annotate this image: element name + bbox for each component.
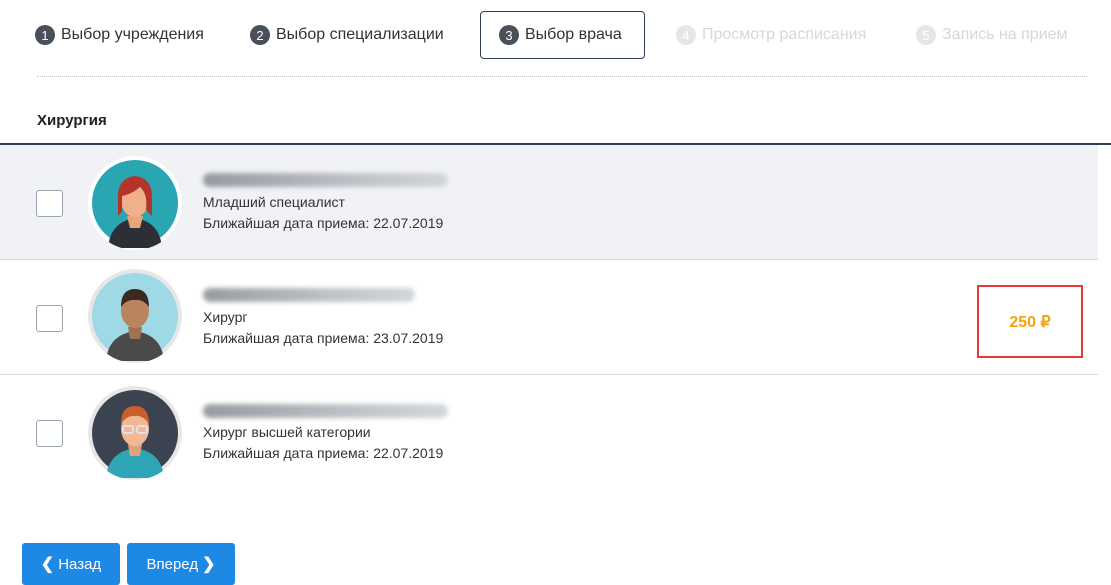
step-institution[interactable]: 1 Выбор учреждения (35, 11, 204, 59)
back-button-label: Назад (58, 555, 102, 573)
step-label: Просмотр расписания (702, 26, 867, 43)
chevron-left-icon: ❮ (40, 556, 55, 573)
doctor-row[interactable]: Хирург Ближайшая дата приема: 23.07.2019 (0, 260, 1098, 375)
doctor-checkbox[interactable] (36, 420, 63, 447)
doctor-specialty: Хирург высшей категории (203, 424, 371, 440)
wizard-steps: 1 Выбор учреждения 2 Выбор специализации… (22, 11, 1111, 59)
step-number: 3 (499, 25, 519, 45)
next-button-label: Вперед (146, 555, 199, 573)
doctor-specialty: Хирург (203, 309, 248, 325)
step-label: Выбор специализации (276, 26, 444, 43)
chevron-right-icon: ❯ (202, 556, 216, 573)
doctor-next-date: Ближайшая дата приема: 22.07.2019 (203, 215, 444, 231)
doctor-checkbox[interactable] (36, 305, 63, 332)
doctor-specialty: Младший специалист (203, 194, 345, 210)
step-number: 5 (916, 25, 936, 45)
step-doctor[interactable]: 3 Выбор врача (480, 11, 645, 59)
step-label: Выбор учреждения (61, 26, 204, 43)
doctor-checkbox[interactable] (36, 190, 63, 217)
doctor-name-redacted (203, 288, 415, 302)
next-button[interactable]: Вперед ❯ (127, 543, 235, 585)
back-button[interactable]: ❮ Назад (22, 543, 120, 585)
doctor-avatar (88, 269, 182, 363)
doctor-name-redacted (203, 173, 448, 187)
doctor-name-redacted (203, 404, 448, 418)
section-title: Хирургия (37, 112, 107, 129)
doctor-row[interactable]: Хирург высшей категории Ближайшая дата п… (0, 375, 1098, 490)
price-highlight: 250 ₽ (977, 285, 1083, 358)
doctor-price: 250 ₽ (1009, 313, 1051, 331)
step-number: 4 (676, 25, 696, 45)
step-appointment: 5 Запись на прием (916, 11, 1068, 59)
step-schedule: 4 Просмотр расписания (676, 11, 866, 59)
doctor-avatar (88, 156, 182, 250)
doctor-row[interactable]: Младший специалист Ближайшая дата приема… (0, 145, 1098, 260)
step-specialization[interactable]: 2 Выбор специализации (250, 11, 444, 59)
step-label: Запись на прием (942, 26, 1068, 43)
doctor-next-date: Ближайшая дата приема: 23.07.2019 (203, 330, 444, 346)
step-number: 1 (35, 25, 55, 45)
step-number: 2 (250, 25, 270, 45)
doctor-next-date: Ближайшая дата приема: 22.07.2019 (203, 445, 444, 461)
doctor-avatar (88, 386, 182, 480)
step-label: Выбор врача (525, 26, 622, 43)
steps-divider (37, 76, 1087, 77)
